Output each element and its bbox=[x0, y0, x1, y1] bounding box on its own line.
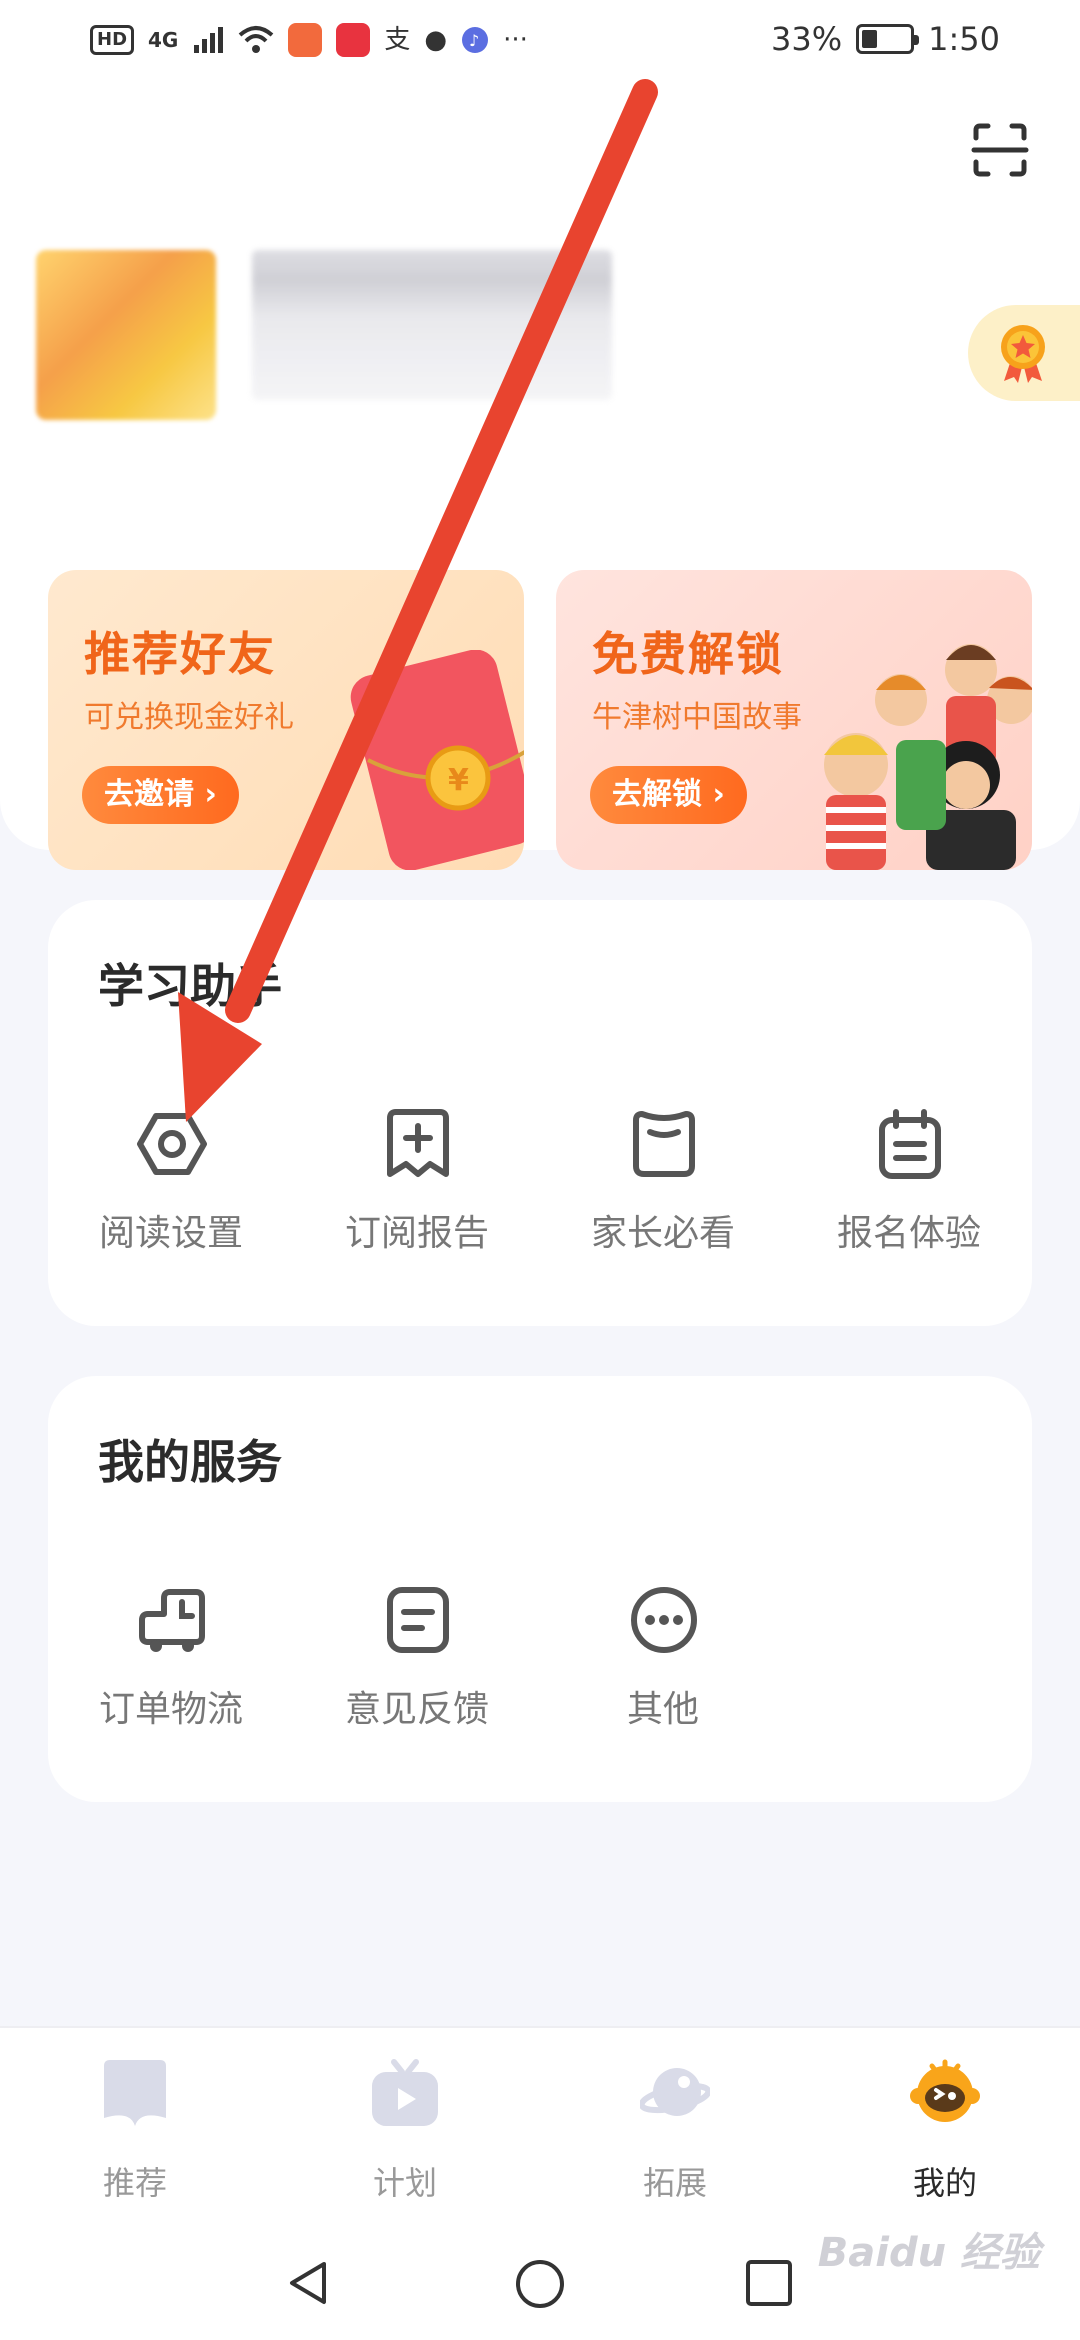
parents-must-read-label: 家长必看 bbox=[590, 1213, 735, 1254]
profile-name-blurred[interactable] bbox=[252, 250, 612, 400]
reading-settings-item[interactable]: 阅读设置 bbox=[48, 1108, 294, 1288]
avatar[interactable] bbox=[36, 250, 216, 420]
planet-icon bbox=[640, 2068, 710, 2116]
promo-unlock-card[interactable]: 免费解锁 牛津树中国故事 去解锁 › bbox=[556, 570, 1032, 870]
nav-explore-label: 拓展 bbox=[642, 2164, 707, 2202]
app-icon-1 bbox=[288, 23, 323, 57]
promo-invite-title: 推荐好友 bbox=[84, 627, 276, 681]
feedback-item[interactable]: 意见反馈 bbox=[294, 1584, 540, 1764]
study-helper-title: 学习助手 bbox=[98, 959, 282, 1013]
status-bar: HD 4G 支 ● ♪ ··· 33% 1:50 bbox=[0, 0, 1080, 80]
subscription-report-label: 订阅报告 bbox=[344, 1213, 489, 1254]
more-icon bbox=[631, 1587, 697, 1653]
invite-button[interactable]: 去邀请 › bbox=[82, 766, 239, 824]
nav-mine-label: 我的 bbox=[912, 2164, 977, 2202]
wifi-icon bbox=[239, 26, 274, 53]
promo-unlock-subtitle: 牛津树中国故事 bbox=[592, 700, 802, 735]
cat-icon: ● bbox=[424, 25, 448, 55]
nav-recommend-label: 推荐 bbox=[102, 2164, 167, 2202]
feedback-label: 意见反馈 bbox=[344, 1689, 489, 1730]
baidu-watermark: Baidu 经验 bbox=[817, 2230, 1040, 2276]
order-logistics-item[interactable]: 订单物流 bbox=[48, 1584, 294, 1764]
nav-explore[interactable]: 拓展 bbox=[540, 2058, 810, 2218]
red-envelope-icon: ¥ bbox=[350, 650, 524, 870]
other-item[interactable]: 其他 bbox=[540, 1584, 786, 1764]
status-icons-left: HD 4G 支 ● ♪ ··· bbox=[90, 22, 528, 58]
nav-recommend[interactable]: 推荐 bbox=[0, 2058, 270, 2218]
signal-icon bbox=[194, 27, 224, 53]
battery-icon bbox=[856, 24, 920, 54]
book-icon bbox=[633, 1111, 695, 1177]
my-services-title: 我的服务 bbox=[98, 1435, 282, 1489]
music-icon: ♪ bbox=[462, 27, 489, 53]
reading-settings-label: 阅读设置 bbox=[98, 1213, 243, 1254]
feedback-icon bbox=[387, 1587, 449, 1653]
signup-trial-item[interactable]: 报名体验 bbox=[786, 1108, 1032, 1288]
scan-icon[interactable] bbox=[970, 120, 1030, 180]
back-icon[interactable] bbox=[284, 2258, 334, 2308]
unlock-button[interactable]: 去解锁 › bbox=[590, 766, 747, 824]
settings-hex-icon bbox=[137, 1113, 207, 1175]
medal-badge[interactable] bbox=[968, 305, 1080, 401]
other-label: 其他 bbox=[626, 1689, 699, 1730]
nav-mine[interactable]: 我的 bbox=[810, 2058, 1080, 2218]
promo-invite-subtitle: 可兑换现金好礼 bbox=[84, 700, 294, 735]
parents-must-read-item[interactable]: 家长必看 bbox=[540, 1108, 786, 1288]
order-logistics-label: 订单物流 bbox=[98, 1689, 243, 1730]
clock: 1:50 bbox=[928, 20, 1000, 58]
app-icon-2 bbox=[336, 23, 371, 57]
status-icons-right: 33% 1:50 bbox=[771, 20, 1000, 58]
alipay-icon: 支 bbox=[384, 25, 411, 55]
calendar-icon bbox=[879, 1109, 941, 1179]
battery-percent: 33% bbox=[771, 20, 843, 58]
network-4g-indicator: 4G bbox=[148, 28, 179, 52]
my-services-section: 我的服务 订单物流 意见反馈 其他 bbox=[48, 1376, 1032, 1802]
nav-plan[interactable]: 计划 bbox=[270, 2058, 540, 2218]
subscription-report-item[interactable]: 订阅报告 bbox=[294, 1108, 540, 1288]
signup-trial-label: 报名体验 bbox=[836, 1213, 981, 1254]
battery-fill bbox=[862, 30, 878, 48]
book-nav-icon bbox=[104, 2060, 166, 2126]
profile-card: ¥ 推荐好友 可兑换现金好礼 去邀请 › 免费解锁 牛津树中国故事 去解锁 › bbox=[0, 80, 1080, 870]
medal-icon bbox=[1001, 325, 1045, 383]
promo-unlock-title: 免费解锁 bbox=[592, 627, 784, 681]
hd-indicator: HD bbox=[90, 25, 135, 55]
home-icon[interactable] bbox=[514, 2258, 566, 2310]
svg-text:♪: ♪ bbox=[469, 31, 479, 50]
promo-invite-card[interactable]: ¥ 推荐好友 可兑换现金好礼 去邀请 › bbox=[48, 570, 524, 870]
more-notifications-icon: ··· bbox=[503, 25, 528, 55]
bottom-navigation: 推荐 计划 拓展 我的 bbox=[0, 2026, 1080, 2226]
recents-icon[interactable] bbox=[744, 2258, 794, 2308]
nav-plan-label: 计划 bbox=[372, 2164, 437, 2202]
svg-text:¥: ¥ bbox=[448, 763, 469, 798]
report-add-icon bbox=[387, 1109, 449, 1177]
study-helper-section: 学习助手 阅读设置 订阅报告 家长必看 报名体验 bbox=[48, 900, 1032, 1326]
tv-play-icon bbox=[372, 2059, 438, 2126]
mascot-icon bbox=[910, 2059, 980, 2122]
kids-illustration bbox=[824, 644, 1032, 870]
truck-icon bbox=[139, 1589, 205, 1652]
